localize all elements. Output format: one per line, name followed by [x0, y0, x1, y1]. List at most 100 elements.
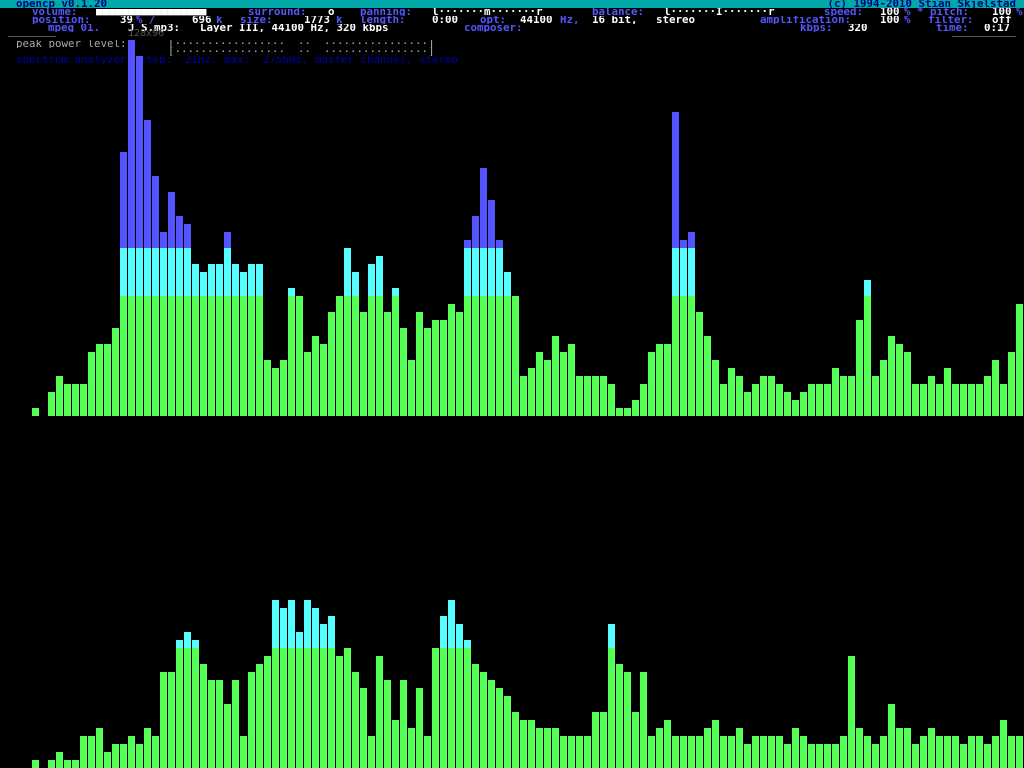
spectrum-bottom-bar-segment — [248, 672, 255, 768]
spectrum-bottom-bar-segment — [168, 672, 175, 768]
spectrum-bottom-bar — [80, 736, 87, 768]
spectrum-bottom-bar-segment — [720, 736, 727, 768]
spectrum-bottom-bar — [696, 736, 703, 768]
spectrum-bottom-bar-segment — [456, 624, 463, 648]
spectrum-bottom-bar-segment — [560, 736, 567, 768]
spectrum-bottom-bar-segment — [768, 736, 775, 768]
spectrum-bottom-bar — [304, 600, 311, 768]
spectrum-bottom-bar — [584, 736, 591, 768]
spectrum-bottom-bar-segment — [48, 760, 55, 768]
spectrum-bottom-bar — [328, 616, 335, 768]
spectrum-bottom-bar — [344, 648, 351, 768]
spectrum-bottom-bar-segment — [728, 736, 735, 768]
spectrum-bottom-bar — [720, 736, 727, 768]
spectrum-bottom-bar — [624, 672, 631, 768]
spectrum-bottom-bar-segment — [288, 648, 295, 768]
spectrum-bottom-bar-segment — [464, 640, 471, 648]
spectrum-bottom-bar-segment — [112, 744, 119, 768]
spectrum-bottom-bar-segment — [840, 736, 847, 768]
spectrum-bottom-bar-segment — [784, 744, 791, 768]
spectrum-bottom-bar — [88, 736, 95, 768]
spectrum-bottom-bar — [536, 728, 543, 768]
spectrum-bottom-bar — [960, 744, 967, 768]
spectrum-bottom-bar — [480, 672, 487, 768]
spectrum-bottom-bar — [280, 608, 287, 768]
spectrum-bottom-bar — [776, 736, 783, 768]
spectrum-bottom-bar-segment — [616, 664, 623, 768]
spectrum-bottom-bar-segment — [440, 648, 447, 768]
spectrum-bottom-bar — [240, 736, 247, 768]
spectrum-bottom-bar — [208, 680, 215, 768]
spectrum-bottom-bar — [888, 704, 895, 768]
spectrum-bottom-channel — [32, 600, 1023, 768]
spectrum-bottom-bar-segment — [152, 736, 159, 768]
spectrum-bottom-bar — [336, 656, 343, 768]
spectrum-bottom-bar-segment — [136, 744, 143, 768]
spectrum-bottom-bar — [184, 632, 191, 768]
spectrum-bottom-bar-segment — [496, 688, 503, 768]
spectrum-bottom-bar — [376, 656, 383, 768]
spectrum-bottom-bar-segment — [320, 624, 327, 648]
spectrum-bottom-bar-segment — [384, 680, 391, 768]
spectrum-bottom-bar — [464, 640, 471, 768]
spectrum-bottom-bar — [560, 736, 567, 768]
spectrum-bottom-bar-segment — [792, 728, 799, 768]
spectrum-bottom-bar — [1000, 720, 1007, 768]
spectrum-bottom-bar — [96, 728, 103, 768]
spectrum-bottom-bar — [736, 728, 743, 768]
spectrum-bottom-bar — [512, 712, 519, 768]
spectrum-bottom-bar-segment — [808, 744, 815, 768]
spectrum-bottom-bar-segment — [160, 672, 167, 768]
spectrum-bottom-bar-segment — [760, 736, 767, 768]
spectrum-bottom-bar-segment — [520, 720, 527, 768]
spectrum-bottom-bar-segment — [296, 648, 303, 768]
spectrum-bottom-bar — [744, 744, 751, 768]
spectrum-bottom-bar-segment — [856, 728, 863, 768]
spectrum-bottom-bar-segment — [368, 736, 375, 768]
spectrum-bottom-bar — [576, 736, 583, 768]
spectrum-bottom-bar-segment — [200, 664, 207, 768]
spectrum-bottom-bar-segment — [208, 680, 215, 768]
spectrum-bottom-bar — [816, 744, 823, 768]
spectrum-bottom-bar — [760, 736, 767, 768]
spectrum-bottom-bar-segment — [176, 640, 183, 648]
spectrum-bottom-bar — [200, 664, 207, 768]
spectrum-bottom-bar-segment — [608, 648, 615, 768]
spectrum-bottom-bar-segment — [64, 760, 71, 768]
spectrum-bottom-bar-segment — [336, 656, 343, 768]
spectrum-bottom-bar — [752, 736, 759, 768]
spectrum-bottom-bar — [864, 736, 871, 768]
spectrum-bottom-bar — [224, 704, 231, 768]
spectrum-bottom-bar — [408, 728, 415, 768]
spectrum-bottom-bar — [264, 656, 271, 768]
spectrum-bottom-bar-segment — [128, 736, 135, 768]
spectrum-bottom-bar — [104, 752, 111, 768]
spectrum-bottom-bar-segment — [640, 672, 647, 768]
spectrum-bottom-bar — [664, 720, 671, 768]
spectrum-bottom-bar-segment — [312, 648, 319, 768]
spectrum-bottom-bar-segment — [704, 728, 711, 768]
spectrum-bottom-bar — [824, 744, 831, 768]
spectrum-bottom-bar-segment — [608, 624, 615, 648]
spectrum-bottom-bar-segment — [472, 664, 479, 768]
spectrum-bottom-bar — [992, 736, 999, 768]
spectrum-bottom-bar-segment — [296, 632, 303, 648]
spectrum-bottom-bar-segment — [576, 736, 583, 768]
spectrum-bottom-bar-segment — [752, 736, 759, 768]
spectrum-bottom-bar-segment — [272, 648, 279, 768]
spectrum-bottom-bar — [600, 712, 607, 768]
spectrum-bottom-bar — [448, 600, 455, 768]
spectrum-bottom-bar — [1008, 736, 1015, 768]
spectrum-bottom-bar-segment — [448, 600, 455, 648]
spectrum-bottom-bar-segment — [352, 672, 359, 768]
spectrum-bottom-bar-segment — [568, 736, 575, 768]
spectrum-bottom-bar — [680, 736, 687, 768]
spectrum-bottom-bar-segment — [96, 728, 103, 768]
spectrum-bottom-bar — [56, 752, 63, 768]
spectrum-bottom-bar — [360, 688, 367, 768]
spectrum-bottom-bar-segment — [240, 736, 247, 768]
spectrum-bottom-bar — [320, 624, 327, 768]
spectrum-bottom-bar-segment — [984, 744, 991, 768]
spectrum-bottom-bar — [872, 744, 879, 768]
spectrum-bottom-bar — [400, 680, 407, 768]
